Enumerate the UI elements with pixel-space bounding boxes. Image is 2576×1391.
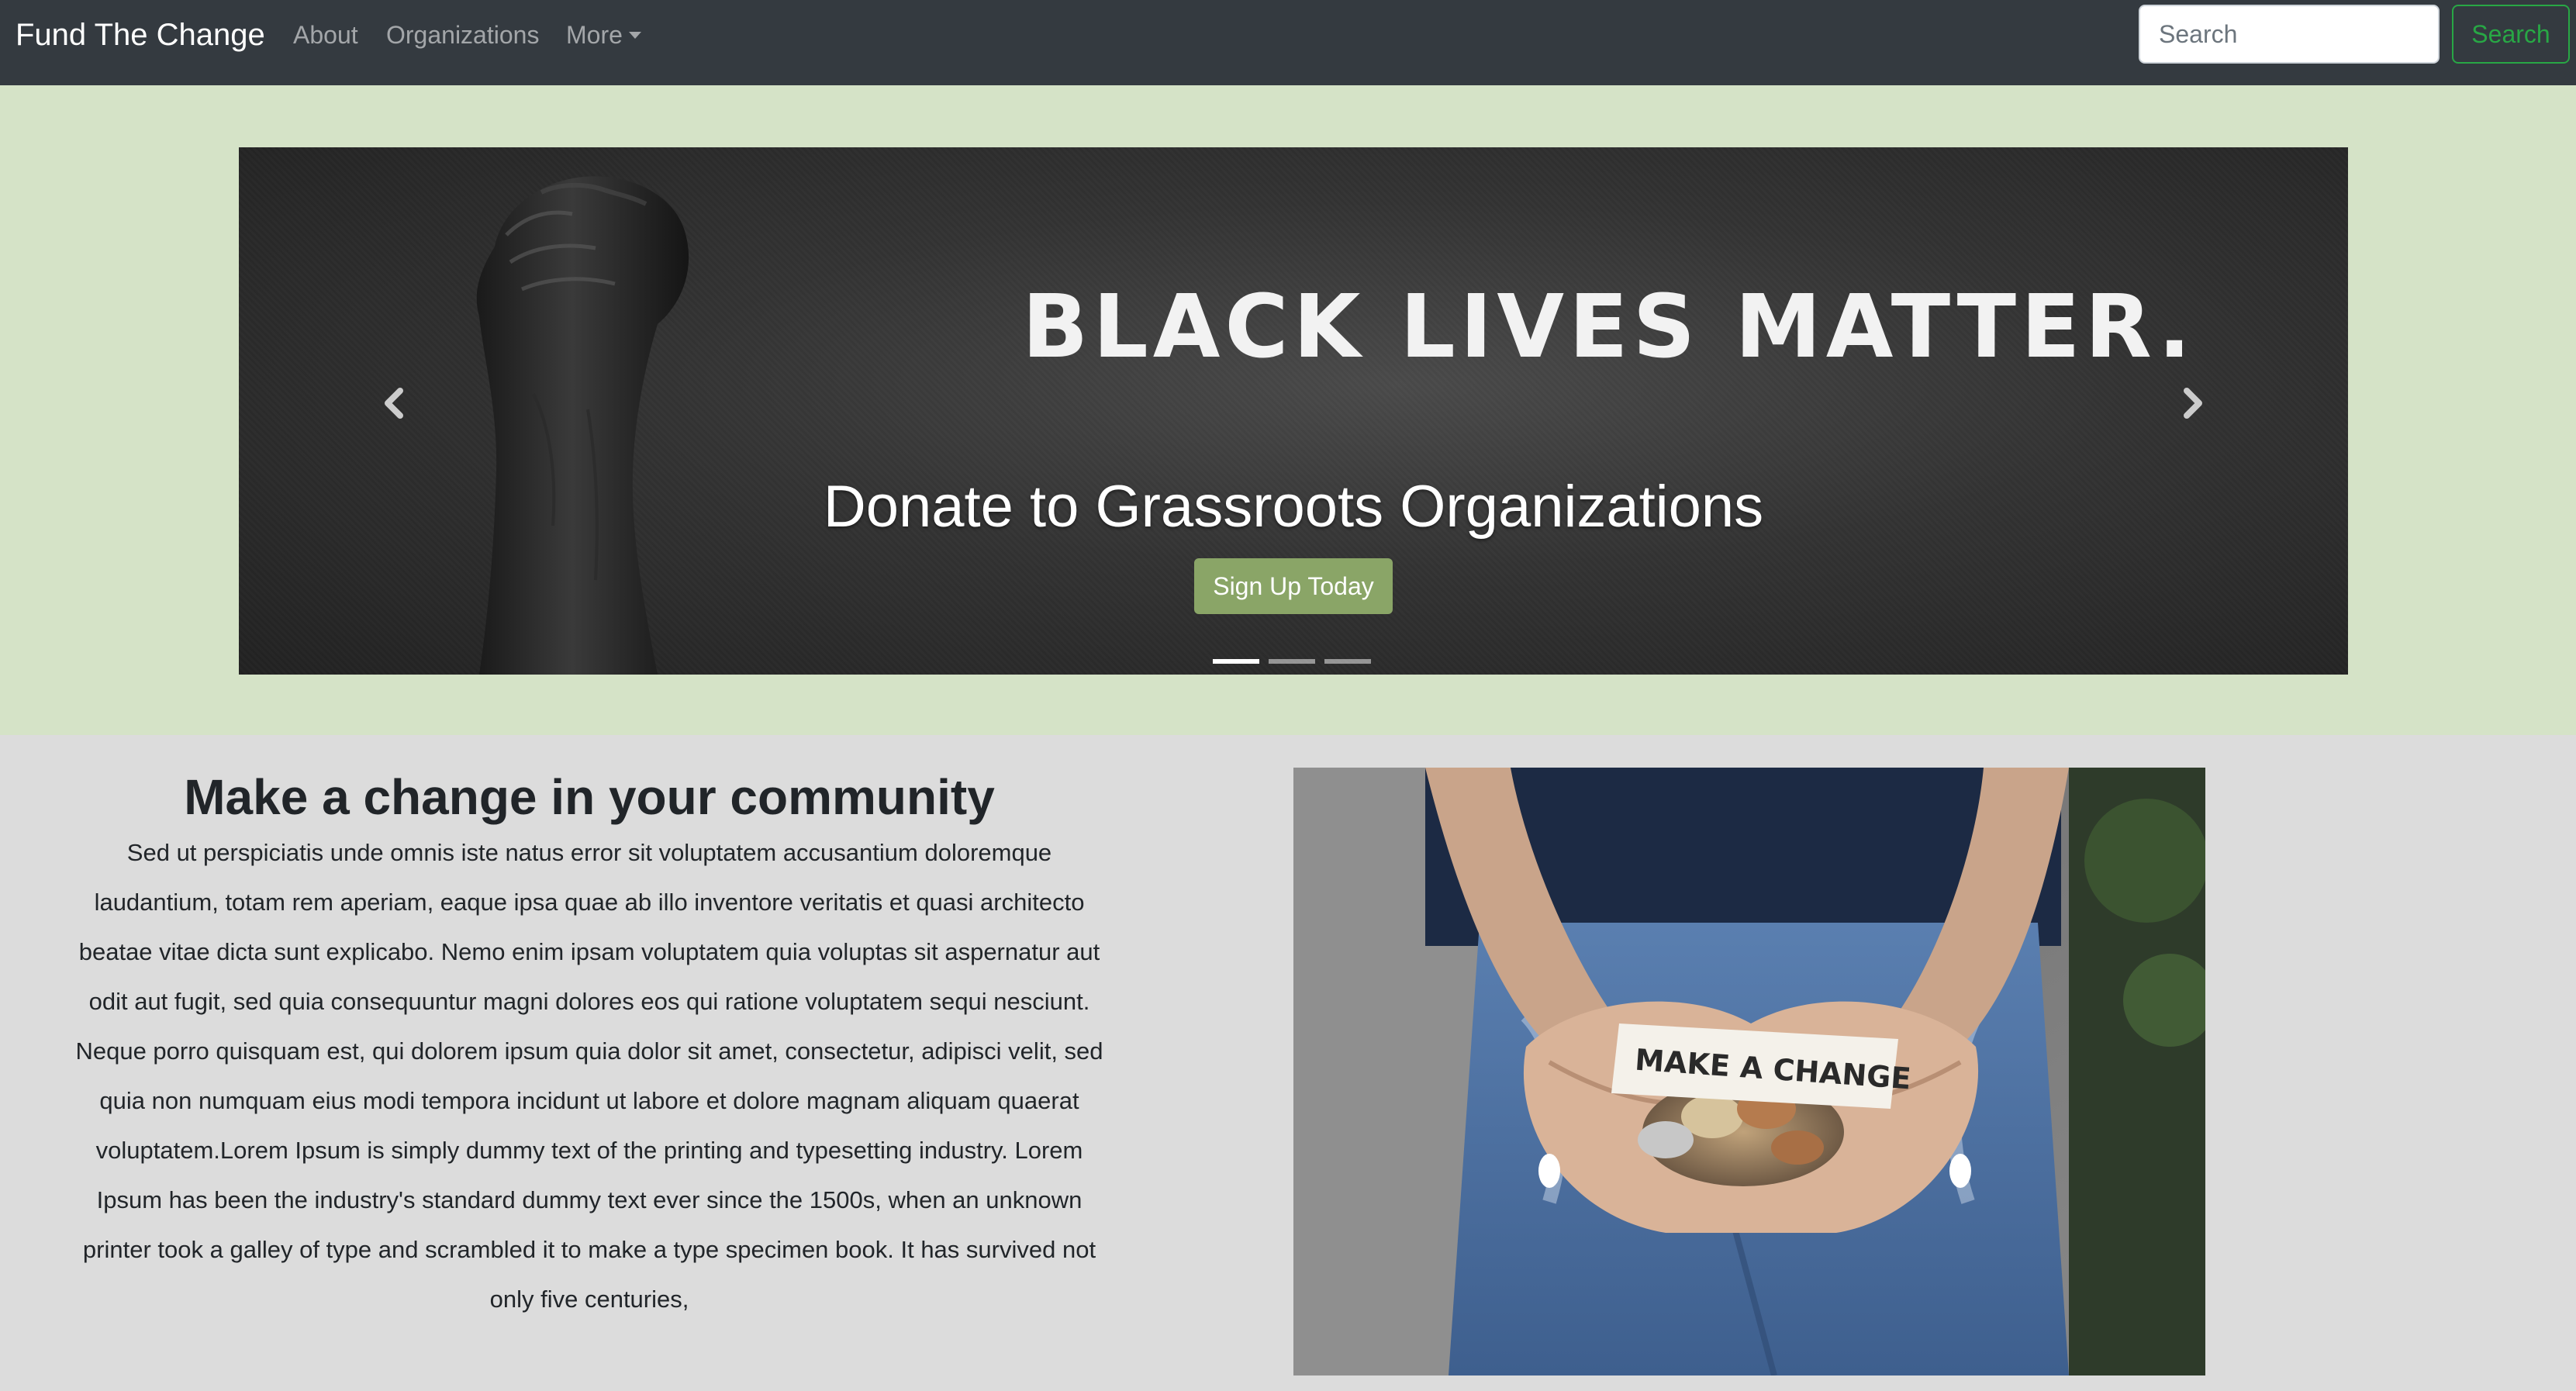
nav-more-label: More <box>566 21 623 49</box>
hero-section: BLACK LIVES MATTER. Donate to Grassroots… <box>0 85 2576 735</box>
sign-up-button[interactable]: Sign Up Today <box>1194 558 1393 614</box>
carousel-next-control[interactable] <box>2170 380 2216 426</box>
carousel-indicator-1[interactable] <box>1213 659 1259 664</box>
make-a-change-photo: MAKE A CHANGE <box>1293 768 2205 1375</box>
carousel-caption: Donate to Grassroots Organizations <box>823 474 1764 540</box>
nav-about[interactable]: About <box>293 17 358 53</box>
section-body-text: Sed ut perspiciatis unde omnis iste natu… <box>75 839 1103 1313</box>
carousel-indicator-3[interactable] <box>1324 659 1371 664</box>
slide-headline: BLACK LIVES MATTER. <box>1022 277 2196 378</box>
community-section: Make a change in your community Sed ut p… <box>0 735 2576 1391</box>
chevron-right-icon <box>2184 388 2202 419</box>
chevron-left-icon <box>385 388 403 419</box>
carousel: BLACK LIVES MATTER. Donate to Grassroots… <box>239 147 2348 675</box>
section-heading: Make a change in your community <box>184 769 995 825</box>
search-button[interactable]: Search <box>2452 5 2570 64</box>
navbar: Fund The Change About Organizations More… <box>0 0 2576 85</box>
raised-fist-image <box>476 176 689 675</box>
carousel-indicator-2[interactable] <box>1269 659 1315 664</box>
brand-link[interactable]: Fund The Change <box>16 14 265 56</box>
nav-organizations[interactable]: Organizations <box>386 17 539 53</box>
caret-down-icon <box>628 32 641 39</box>
carousel-prev-control[interactable] <box>371 380 417 426</box>
search-input[interactable] <box>2139 5 2440 64</box>
nav-more-dropdown[interactable]: More <box>566 17 641 53</box>
